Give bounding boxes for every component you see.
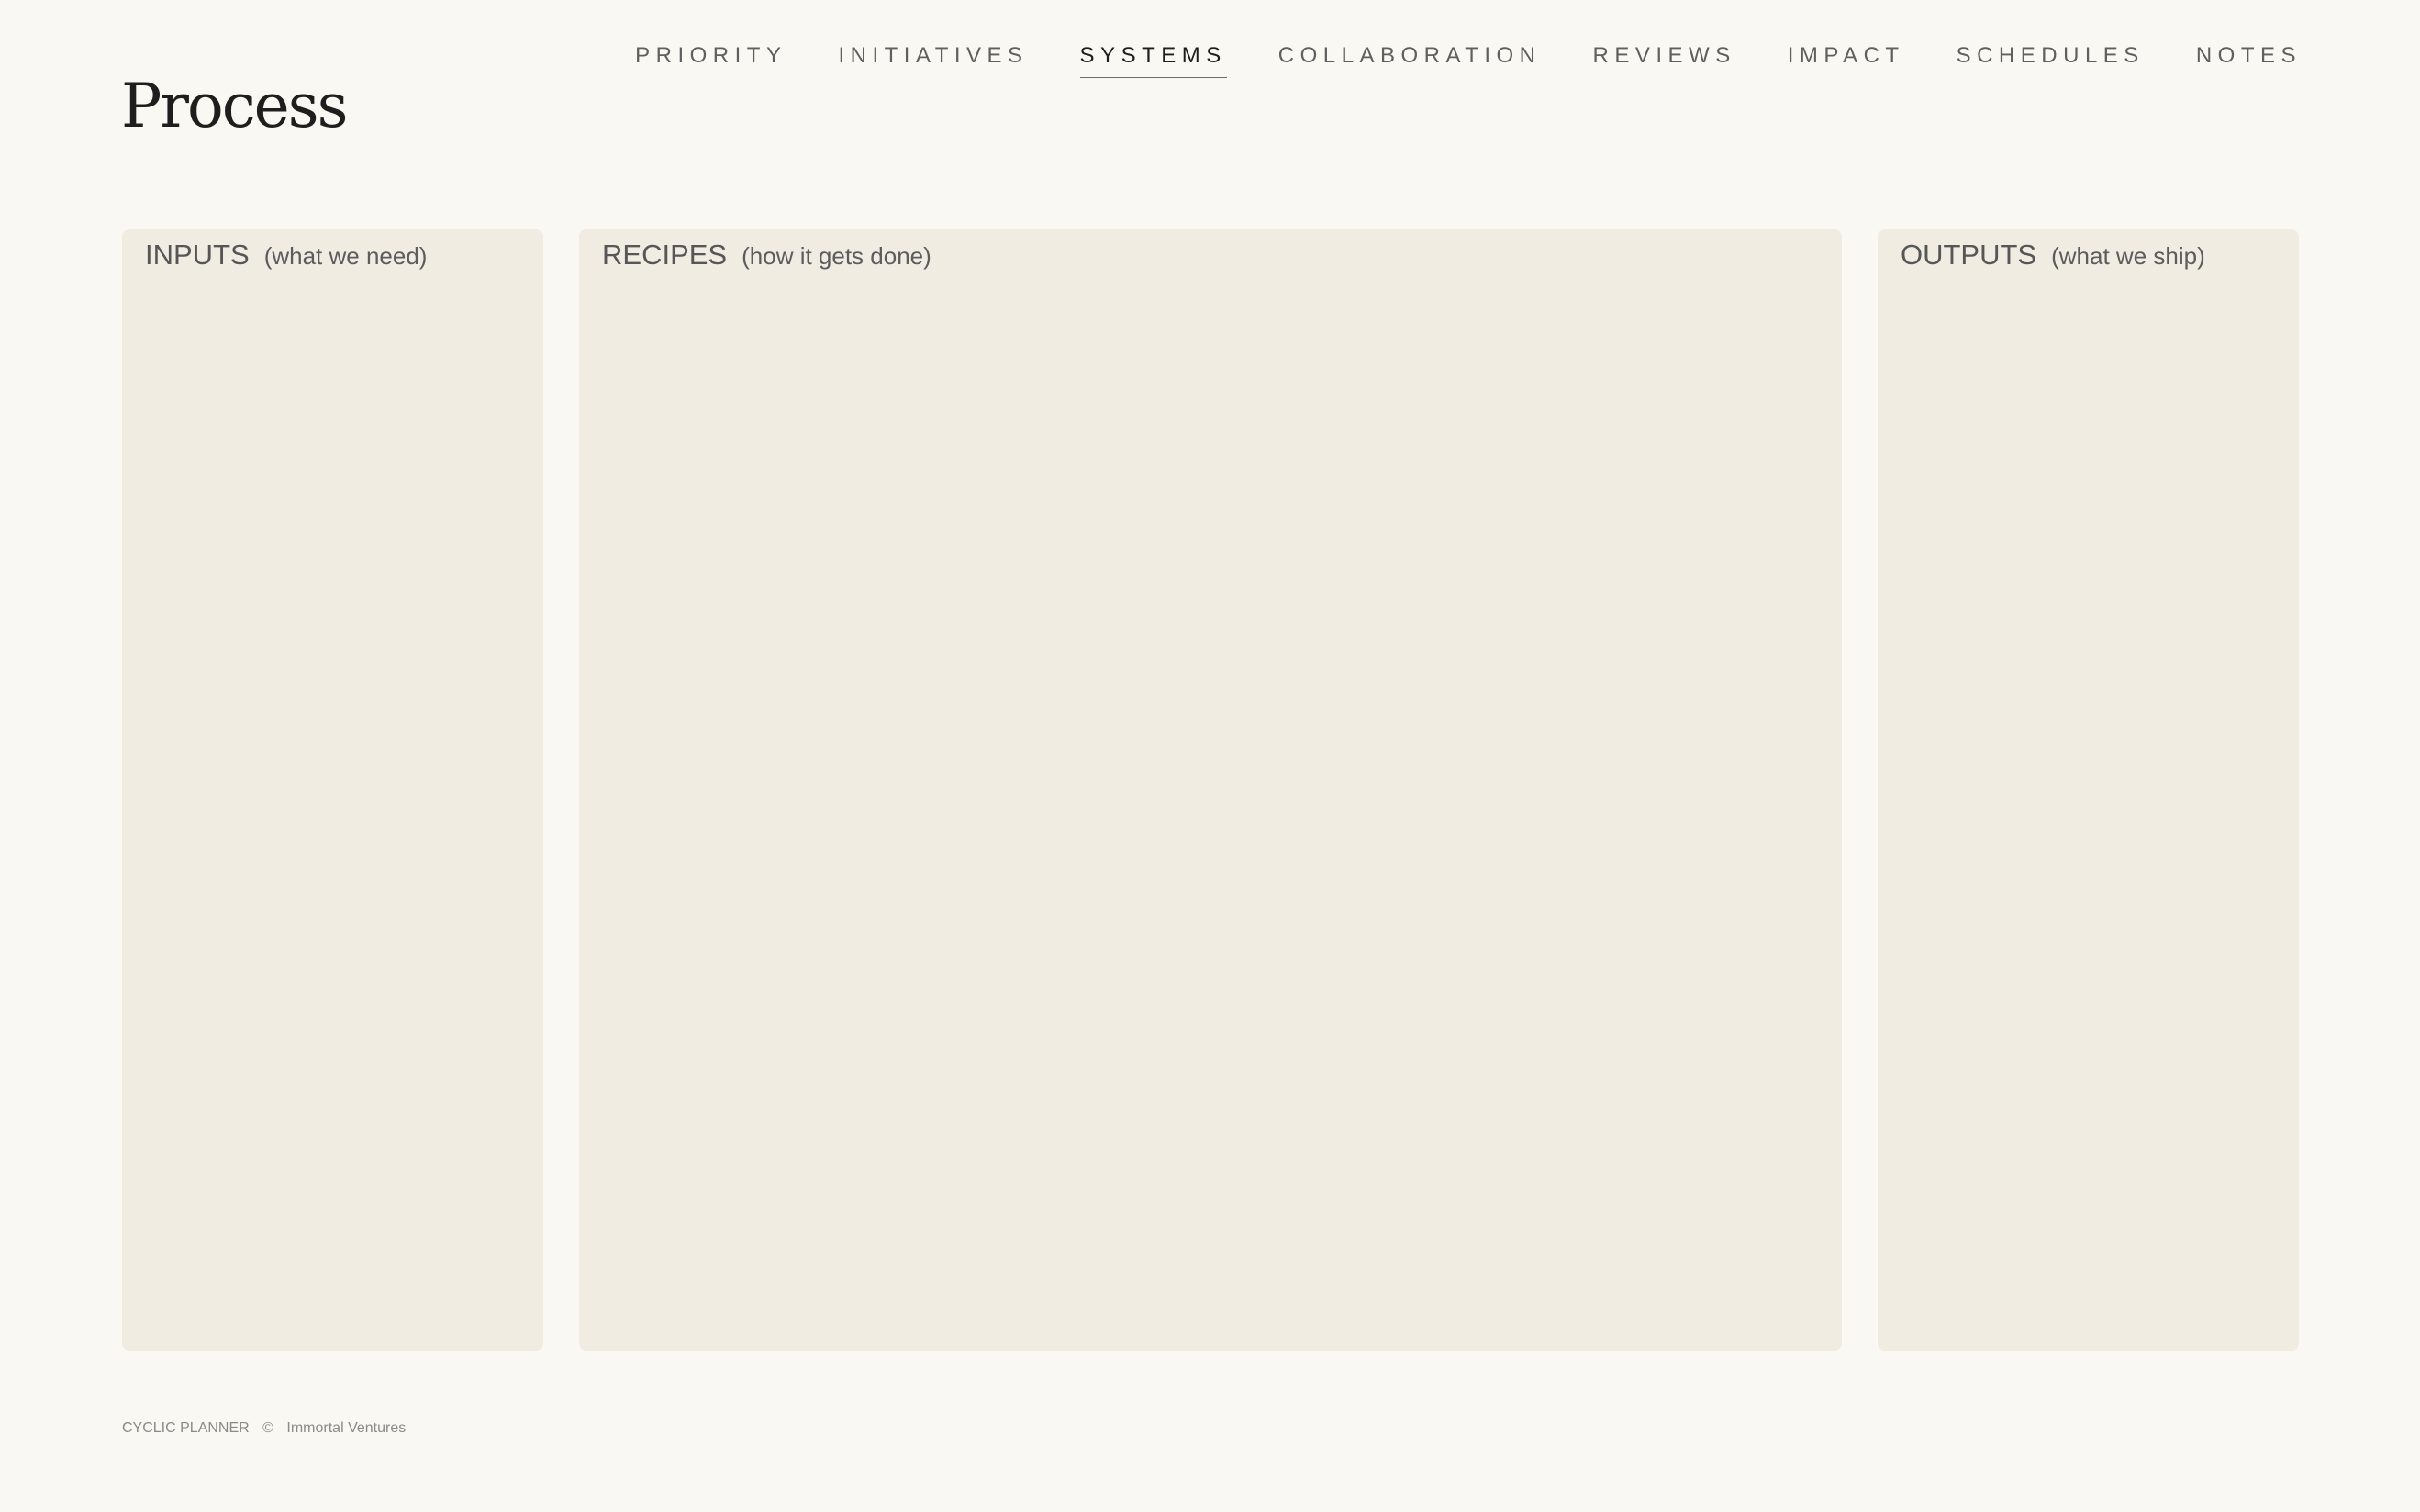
inputs-panel[interactable]: INPUTS (what we need) bbox=[122, 229, 543, 1351]
recipes-panel-subtitle: (how it gets done) bbox=[742, 242, 931, 270]
nav-item-priority[interactable]: PRIORITY bbox=[635, 43, 786, 78]
top-nav: PRIORITY INITIATIVES SYSTEMS COLLABORATI… bbox=[635, 0, 2302, 110]
footer-app-name: CYCLIC PLANNER bbox=[122, 1420, 250, 1436]
nav-item-impact[interactable]: IMPACT bbox=[1788, 43, 1905, 78]
nav-item-systems[interactable]: SYSTEMS bbox=[1079, 43, 1227, 78]
recipes-panel-title: RECIPES bbox=[602, 239, 728, 271]
recipes-panel-header: RECIPES (how it gets done) bbox=[602, 239, 931, 272]
outputs-panel-header: OUTPUTS (what we ship) bbox=[1901, 239, 2205, 272]
outputs-panel-title: OUTPUTS bbox=[1901, 239, 2037, 271]
inputs-panel-header: INPUTS (what we need) bbox=[145, 239, 427, 272]
inputs-panel-title: INPUTS bbox=[145, 239, 250, 271]
nav-item-reviews[interactable]: REVIEWS bbox=[1593, 43, 1736, 78]
nav-item-initiatives[interactable]: INITIATIVES bbox=[838, 43, 1028, 78]
footer-company: Immortal Ventures bbox=[286, 1420, 407, 1436]
footer: CYCLIC PLANNER © Immortal Ventures bbox=[122, 1420, 415, 1437]
copyright-symbol: © bbox=[262, 1420, 273, 1436]
recipes-panel[interactable]: RECIPES (how it gets done) bbox=[579, 229, 1842, 1351]
outputs-panel-subtitle: (what we ship) bbox=[2051, 242, 2205, 270]
inputs-panel-subtitle: (what we need) bbox=[263, 242, 428, 270]
page-title: Process bbox=[121, 71, 348, 141]
nav-item-notes[interactable]: NOTES bbox=[2196, 43, 2302, 78]
outputs-panel[interactable]: OUTPUTS (what we ship) bbox=[1878, 229, 2299, 1351]
nav-item-schedules[interactable]: SCHEDULES bbox=[1957, 43, 2145, 78]
nav-item-collaboration[interactable]: COLLABORATION bbox=[1278, 43, 1542, 78]
